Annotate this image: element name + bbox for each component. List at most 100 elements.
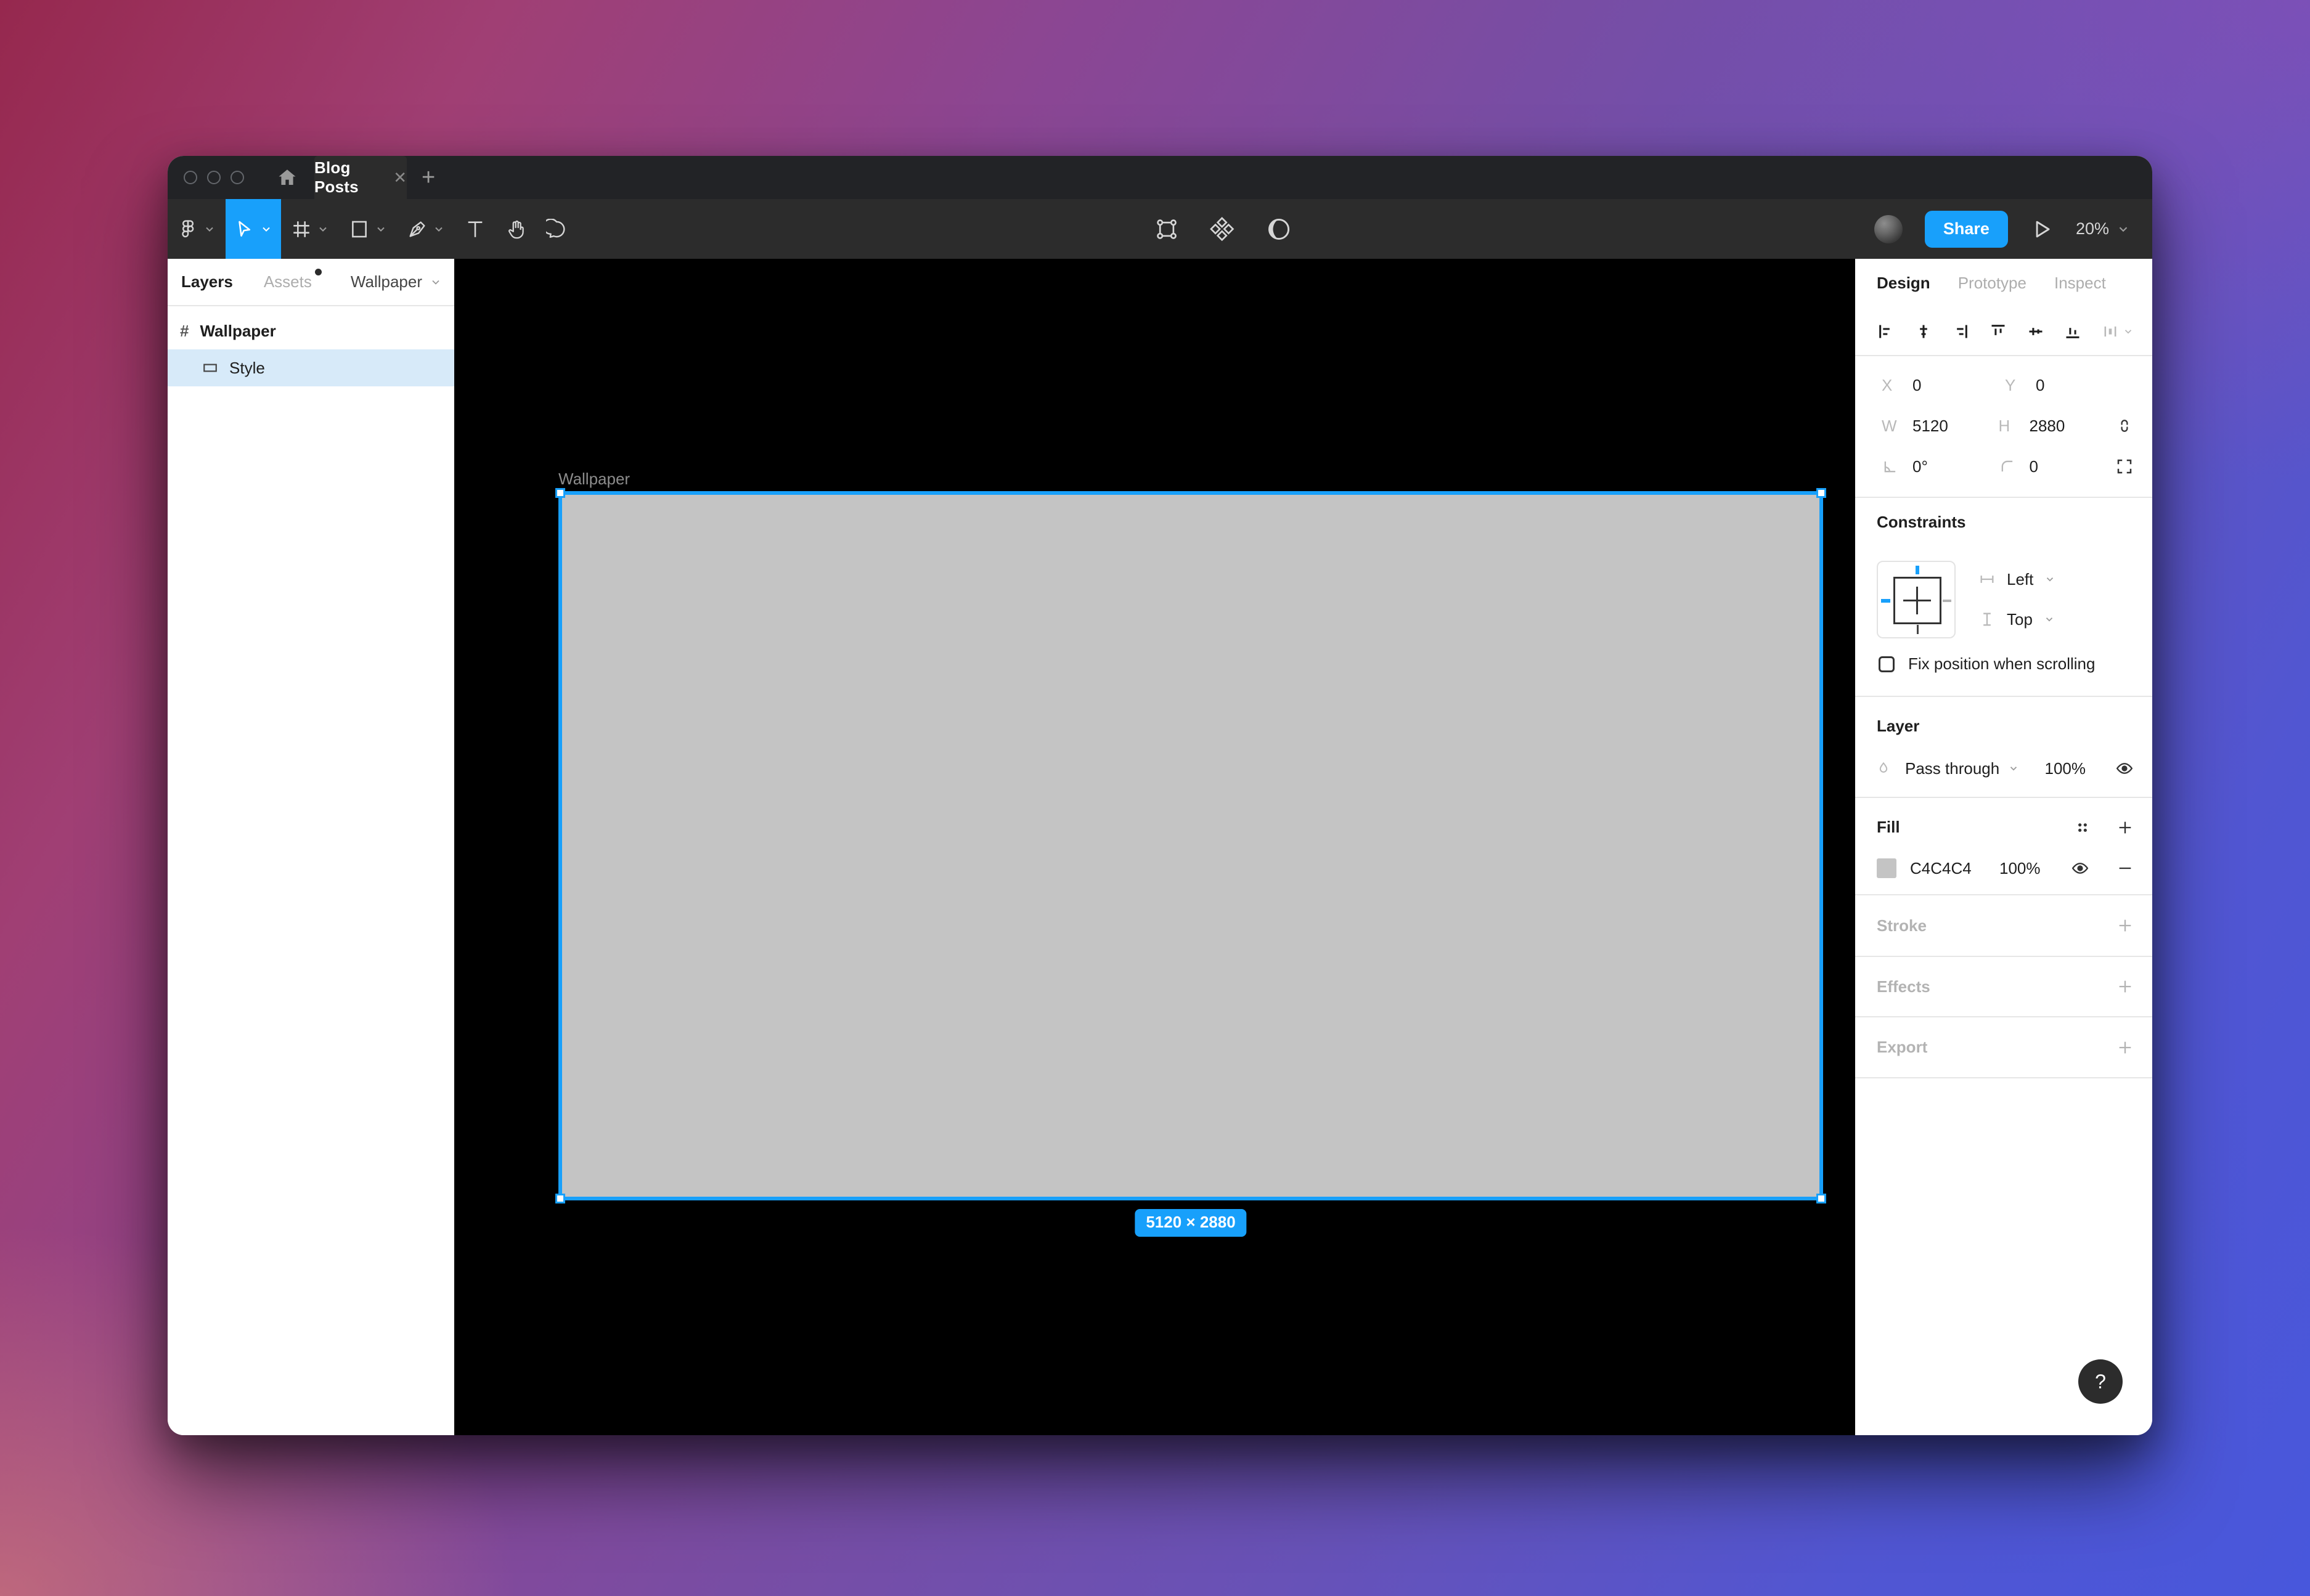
export-section: Export (1855, 1017, 2152, 1078)
canvas[interactable]: Wallpaper 5120 × 2880 (454, 259, 1855, 1435)
tab-design[interactable]: Design (1877, 274, 1930, 293)
tab-prototype[interactable]: Prototype (1958, 274, 2026, 293)
layer-visibility-icon[interactable] (2115, 759, 2134, 778)
horizontal-constraint-value: Left (2007, 570, 2033, 589)
x-value[interactable]: 0 (1912, 376, 1921, 395)
fill-opacity-value[interactable]: 100% (1999, 859, 2067, 878)
w-value[interactable]: 5120 (1912, 417, 1948, 436)
toolbar: Share 20% (168, 199, 2152, 259)
fill-hex-value[interactable]: C4C4C4 (1910, 859, 1999, 878)
rotation-value[interactable]: 0° (1912, 457, 1928, 476)
close-tab-icon[interactable]: ✕ (393, 169, 407, 185)
layer-row-style[interactable]: Style (168, 349, 454, 386)
move-cursor-icon (234, 219, 255, 240)
add-effect-icon[interactable] (2116, 978, 2134, 995)
selection-handle-bottom-right[interactable] (1816, 1194, 1826, 1203)
layer-opacity-value[interactable]: 100% (2045, 759, 2086, 778)
text-tool-button[interactable] (455, 199, 496, 259)
radius-value[interactable]: 0 (2030, 457, 2038, 476)
rotation-field[interactable]: 0° (1882, 457, 1999, 476)
align-vertical-center-button[interactable] (2027, 323, 2044, 340)
layer-title: Layer (1855, 697, 2152, 736)
selection-handle-top-right[interactable] (1816, 488, 1826, 498)
align-bottom-button[interactable] (2064, 323, 2081, 340)
y-label: Y (2005, 376, 2023, 395)
fix-position-row[interactable]: Fix position when scrolling (1879, 654, 2095, 674)
create-component-button[interactable] (1210, 217, 1235, 242)
independent-corners-icon[interactable] (2115, 457, 2134, 476)
selection-handle-bottom-left[interactable] (555, 1194, 565, 1203)
pen-tool-button[interactable] (397, 199, 455, 259)
share-button[interactable]: Share (1925, 211, 2008, 248)
edit-object-button[interactable] (1154, 217, 1179, 242)
avatar[interactable] (1874, 215, 1903, 243)
blend-mode-dropdown[interactable]: Pass through (1905, 759, 2019, 778)
tab-assets[interactable]: Assets (264, 272, 312, 291)
fill-color-swatch[interactable] (1877, 858, 1896, 878)
x-field[interactable]: X 0 (1882, 376, 2005, 395)
constraint-right-tick[interactable] (1943, 600, 1951, 602)
page-selector[interactable]: Wallpaper (351, 272, 442, 291)
constrain-proportions-icon[interactable] (2115, 417, 2134, 435)
rotation-icon (1882, 458, 1900, 475)
file-tab[interactable]: Blog Posts ✕ (314, 156, 407, 199)
close-window-button[interactable] (184, 171, 197, 184)
height-field[interactable]: H 2880 (1999, 417, 2116, 436)
alignment-toolbar (1855, 307, 2152, 356)
align-horizontal-center-button[interactable] (1915, 323, 1932, 340)
layer-row-wallpaper[interactable]: # Wallpaper (168, 312, 454, 349)
chevron-down-icon (2044, 614, 2055, 625)
fix-position-checkbox[interactable] (1879, 656, 1895, 672)
fill-visibility-icon[interactable] (2071, 859, 2089, 877)
selection-handle-top-left[interactable] (555, 488, 565, 498)
stroke-title: Stroke (1877, 916, 1927, 935)
constraint-top-tick[interactable] (1916, 566, 1919, 574)
width-field[interactable]: W 5120 (1882, 417, 1999, 436)
blend-mode-value: Pass through (1905, 759, 1999, 778)
home-button[interactable] (260, 156, 314, 199)
h-value[interactable]: 2880 (2030, 417, 2065, 436)
help-button[interactable]: ? (2078, 1359, 2123, 1404)
hand-tool-button[interactable] (496, 199, 536, 259)
zoom-menu[interactable]: 20% (2076, 219, 2130, 238)
add-stroke-icon[interactable] (2116, 917, 2134, 934)
constraint-left-tick[interactable] (1881, 599, 1890, 603)
add-fill-icon[interactable] (2116, 819, 2134, 836)
add-export-icon[interactable] (2116, 1039, 2134, 1056)
comment-tool-button[interactable] (536, 199, 577, 259)
hand-tool-icon (505, 219, 526, 240)
frame-tool-button[interactable] (281, 199, 339, 259)
canvas-frame-label[interactable]: Wallpaper (558, 470, 630, 489)
tab-inspect[interactable]: Inspect (2054, 274, 2106, 293)
radius-field[interactable]: 0 (1999, 457, 2116, 476)
align-left-button[interactable] (1877, 323, 1895, 340)
present-button[interactable] (2030, 218, 2054, 241)
align-top-button[interactable] (1990, 323, 2007, 340)
tab-layers[interactable]: Layers (181, 272, 233, 291)
new-tab-button[interactable]: + (407, 156, 450, 199)
fill-styles-icon[interactable] (2075, 820, 2091, 836)
align-right-button[interactable] (1952, 323, 1969, 340)
horizontal-constraint-dropdown[interactable]: Left (1978, 567, 2055, 592)
selected-frame[interactable] (558, 491, 1823, 1200)
blend-row: Pass through 100% (1855, 754, 2152, 783)
vertical-constraint-value: Top (2007, 610, 2033, 629)
move-tool-button[interactable] (226, 199, 281, 259)
minimize-window-button[interactable] (207, 171, 221, 184)
question-mark-icon: ? (2095, 1370, 2106, 1393)
zoom-window-button[interactable] (231, 171, 244, 184)
remove-fill-icon[interactable] (2116, 860, 2134, 877)
y-field[interactable]: Y 0 (2005, 376, 2128, 395)
toolbar-center (1154, 199, 1292, 259)
main-area: Layers Assets Wallpaper # Wallpaper (168, 259, 2152, 1435)
constraints-widget[interactable] (1877, 561, 1956, 638)
distribute-menu-button[interactable] (2102, 323, 2134, 340)
y-value[interactable]: 0 (2036, 376, 2044, 395)
layers-panel: Layers Assets Wallpaper # Wallpaper (168, 259, 454, 1435)
shape-tool-button[interactable] (339, 199, 397, 259)
h-label: H (1999, 417, 2017, 436)
constraint-bottom-tick[interactable] (1917, 625, 1919, 634)
vertical-constraint-dropdown[interactable]: Top (1978, 607, 2055, 632)
use-as-mask-button[interactable] (1265, 216, 1292, 243)
main-menu-button[interactable] (168, 199, 226, 259)
